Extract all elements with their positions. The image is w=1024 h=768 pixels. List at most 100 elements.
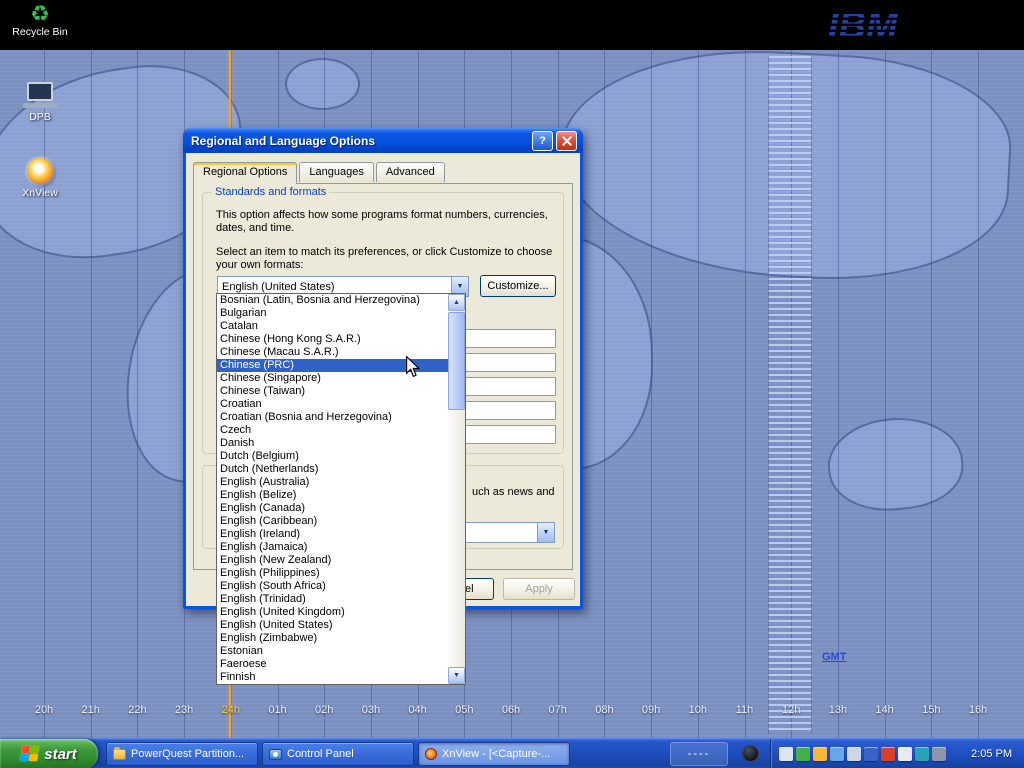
help-button[interactable]: ? xyxy=(532,131,553,151)
taskbar-app-icon[interactable] xyxy=(742,745,759,762)
timezone-label: 14h xyxy=(875,704,893,716)
desktop-icon-xnview[interactable]: XnView xyxy=(8,158,72,199)
scroll-thumb[interactable] xyxy=(448,312,465,410)
language-option[interactable]: English (New Zealand) xyxy=(217,554,448,567)
dialog-title: Regional and Language Options xyxy=(183,134,532,148)
language-option[interactable]: English (Canada) xyxy=(217,502,448,515)
language-option[interactable]: Dutch (Belgium) xyxy=(217,450,448,463)
hour-line xyxy=(885,50,886,738)
tray-keyboard-icon[interactable] xyxy=(779,747,793,761)
language-option[interactable]: Chinese (Singapore) xyxy=(217,372,448,385)
gmt-label: GMT xyxy=(822,651,846,663)
language-option[interactable]: Bosnian (Latin, Bosnia and Herzegovina) xyxy=(217,294,448,307)
folder-icon xyxy=(113,749,126,760)
taskbar-task-button[interactable]: XnView - [<Capture-... xyxy=(418,742,570,766)
recycle-bin-icon[interactable]: ♻ Recycle Bin xyxy=(12,2,68,38)
timezone-label: 08h xyxy=(595,704,613,716)
tray-network-icon[interactable] xyxy=(830,747,844,761)
language-option[interactable]: Dutch (Netherlands) xyxy=(217,463,448,476)
tray-messenger-icon[interactable] xyxy=(915,747,929,761)
language-option[interactable]: English (Zimbabwe) xyxy=(217,632,448,645)
taskbar-clock[interactable]: 2:05 PM xyxy=(965,748,1024,760)
language-option[interactable]: English (Belize) xyxy=(217,489,448,502)
language-option[interactable]: Faeroese xyxy=(217,658,448,671)
language-option[interactable]: Chinese (PRC) xyxy=(217,359,448,372)
dropdown-scrollbar[interactable]: ▲ ▼ xyxy=(448,294,465,684)
timezone-label: 15h xyxy=(922,704,940,716)
language-option[interactable]: English (South Africa) xyxy=(217,580,448,593)
hour-line xyxy=(978,50,979,738)
timezone-label: 13h xyxy=(829,704,847,716)
svg-text:IBM: IBM xyxy=(828,5,899,47)
language-option[interactable]: Czech xyxy=(217,424,448,437)
language-option[interactable]: Croatian xyxy=(217,398,448,411)
language-option[interactable]: Estonian xyxy=(217,645,448,658)
language-option[interactable]: Chinese (Macau S.A.R.) xyxy=(217,346,448,359)
taskbar-task-button[interactable]: PowerQuest Partition... xyxy=(106,742,258,766)
start-button[interactable]: start xyxy=(0,739,98,768)
language-option[interactable]: English (Trinidad) xyxy=(217,593,448,606)
tab-regional-options[interactable]: Regional Options xyxy=(193,162,297,184)
divider-label: ---- xyxy=(688,748,711,760)
start-button-label: start xyxy=(44,746,77,763)
standards-description: dates, and time. xyxy=(216,222,294,234)
task-button-label: PowerQuest Partition... xyxy=(131,748,244,760)
chevron-down-icon: ▼ xyxy=(543,529,550,536)
language-option[interactable]: Finnish xyxy=(217,671,448,684)
language-option[interactable]: English (Australia) xyxy=(217,476,448,489)
scroll-up-button[interactable]: ▲ xyxy=(448,294,465,311)
desktop-icon-label: DPB xyxy=(8,111,72,123)
close-button[interactable] xyxy=(556,131,577,151)
hour-line xyxy=(838,50,839,738)
hour-line xyxy=(604,50,605,738)
language-option[interactable]: Bulgarian xyxy=(217,307,448,320)
language-option[interactable]: English (Philippines) xyxy=(217,567,448,580)
tray-power-icon[interactable] xyxy=(932,747,946,761)
language-dropdown-list: Bosnian (Latin, Bosnia and Herzegovina)B… xyxy=(216,293,466,685)
timezone-label: 11h xyxy=(736,704,754,716)
timezone-label: 04h xyxy=(408,704,426,716)
language-option[interactable]: Chinese (Taiwan) xyxy=(217,385,448,398)
timezone-label: 07h xyxy=(549,704,567,716)
hour-line xyxy=(698,50,699,738)
language-option[interactable]: Catalan xyxy=(217,320,448,333)
control-panel-icon xyxy=(269,749,282,760)
language-option[interactable]: English (Caribbean) xyxy=(217,515,448,528)
apply-button[interactable]: Apply xyxy=(503,578,575,600)
language-option[interactable]: English (United States) xyxy=(217,619,448,632)
tray-volume-icon[interactable] xyxy=(847,747,861,761)
dialog-titlebar[interactable]: Regional and Language Options ? xyxy=(183,128,583,153)
desktop-icon-dpb[interactable]: DPB xyxy=(8,82,72,123)
taskbar-task-button[interactable]: Control Panel xyxy=(262,742,414,766)
language-option[interactable]: English (Ireland) xyxy=(217,528,448,541)
location-description-fragment: uch as news and xyxy=(472,486,555,498)
language-option[interactable]: Croatian (Bosnia and Herzegovina) xyxy=(217,411,448,424)
language-option[interactable]: English (United Kingdom) xyxy=(217,606,448,619)
customize-button[interactable]: Customize... xyxy=(480,275,556,297)
tray-display-icon[interactable] xyxy=(864,747,878,761)
hour-line xyxy=(44,50,45,738)
tray-clipboard-icon[interactable] xyxy=(898,747,912,761)
language-option[interactable]: Danish xyxy=(217,437,448,450)
hour-line xyxy=(745,50,746,738)
timezone-label: 03h xyxy=(362,704,380,716)
arrow-down-icon: ▼ xyxy=(453,672,460,679)
timezone-label: 06h xyxy=(502,704,520,716)
tab-advanced[interactable]: Advanced xyxy=(376,162,445,182)
language-option[interactable]: Chinese (Hong Kong S.A.R.) xyxy=(217,333,448,346)
hour-line xyxy=(931,50,932,738)
language-option[interactable]: English (Jamaica) xyxy=(217,541,448,554)
gmt-band xyxy=(768,56,812,734)
timezone-label: 23h xyxy=(175,704,193,716)
recycle-glyph-icon: ♻ xyxy=(12,2,68,26)
combobox-dropdown-button[interactable]: ▼ xyxy=(537,523,554,542)
arrow-up-icon: ▲ xyxy=(453,299,460,306)
tray-update-icon[interactable] xyxy=(813,747,827,761)
laptop-icon xyxy=(23,82,57,108)
tray-antivirus-icon[interactable] xyxy=(881,747,895,761)
scroll-down-button[interactable]: ▼ xyxy=(448,667,465,684)
tray-shield-icon[interactable] xyxy=(796,747,810,761)
close-icon xyxy=(562,136,572,146)
timezone-label: 24h xyxy=(222,704,240,716)
tab-languages[interactable]: Languages xyxy=(299,162,373,182)
